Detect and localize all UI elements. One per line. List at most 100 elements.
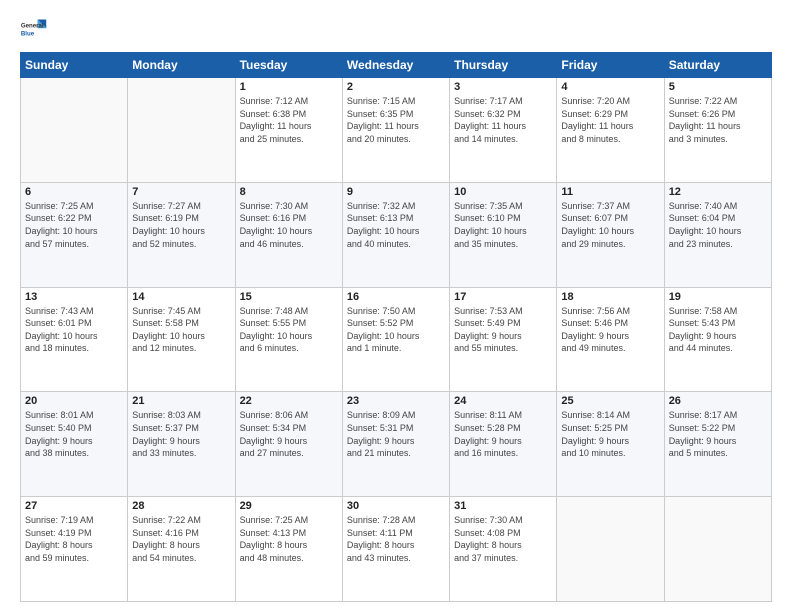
day-info: Sunrise: 7:30 AM Sunset: 6:16 PM Dayligh… (240, 200, 338, 250)
calendar-cell: 19Sunrise: 7:58 AM Sunset: 5:43 PM Dayli… (664, 287, 771, 392)
day-info: Sunrise: 7:48 AM Sunset: 5:55 PM Dayligh… (240, 305, 338, 355)
day-info: Sunrise: 7:50 AM Sunset: 5:52 PM Dayligh… (347, 305, 445, 355)
col-sunday: Sunday (21, 53, 128, 78)
col-saturday: Saturday (664, 53, 771, 78)
day-info: Sunrise: 7:22 AM Sunset: 4:16 PM Dayligh… (132, 514, 230, 564)
calendar-cell: 11Sunrise: 7:37 AM Sunset: 6:07 PM Dayli… (557, 182, 664, 287)
day-number: 29 (240, 500, 338, 512)
day-info: Sunrise: 7:40 AM Sunset: 6:04 PM Dayligh… (669, 200, 767, 250)
calendar-cell: 6Sunrise: 7:25 AM Sunset: 6:22 PM Daylig… (21, 182, 128, 287)
day-info: Sunrise: 8:14 AM Sunset: 5:25 PM Dayligh… (561, 409, 659, 459)
day-number: 4 (561, 81, 659, 93)
calendar-cell: 20Sunrise: 8:01 AM Sunset: 5:40 PM Dayli… (21, 392, 128, 497)
calendar-cell: 8Sunrise: 7:30 AM Sunset: 6:16 PM Daylig… (235, 182, 342, 287)
day-info: Sunrise: 8:09 AM Sunset: 5:31 PM Dayligh… (347, 409, 445, 459)
calendar-cell: 15Sunrise: 7:48 AM Sunset: 5:55 PM Dayli… (235, 287, 342, 392)
day-info: Sunrise: 7:32 AM Sunset: 6:13 PM Dayligh… (347, 200, 445, 250)
day-number: 9 (347, 186, 445, 198)
day-info: Sunrise: 7:45 AM Sunset: 5:58 PM Dayligh… (132, 305, 230, 355)
calendar-page: General Blue Sunday Monday Tuesday Wedne… (0, 0, 792, 612)
day-number: 16 (347, 291, 445, 303)
day-number: 26 (669, 395, 767, 407)
calendar-week-4: 20Sunrise: 8:01 AM Sunset: 5:40 PM Dayli… (21, 392, 772, 497)
day-number: 6 (25, 186, 123, 198)
day-info: Sunrise: 7:25 AM Sunset: 4:13 PM Dayligh… (240, 514, 338, 564)
header-row: Sunday Monday Tuesday Wednesday Thursday… (21, 53, 772, 78)
day-info: Sunrise: 8:17 AM Sunset: 5:22 PM Dayligh… (669, 409, 767, 459)
calendar-cell: 5Sunrise: 7:22 AM Sunset: 6:26 PM Daylig… (664, 78, 771, 183)
calendar-cell: 16 Sunrise: 7:50 AM Sunset: 5:52 PM Dayli… (342, 287, 449, 392)
day-number: 22 (240, 395, 338, 407)
day-number: 25 (561, 395, 659, 407)
day-info: Sunrise: 7:56 AM Sunset: 5:46 PM Dayligh… (561, 305, 659, 355)
day-number: 10 (454, 186, 552, 198)
day-number: 14 (132, 291, 230, 303)
day-number: 30 (347, 500, 445, 512)
calendar-week-2: 6Sunrise: 7:25 AM Sunset: 6:22 PM Daylig… (21, 182, 772, 287)
calendar-cell: 10 Sunrise: 7:35 AM Sunset: 6:10 PM Dayli… (450, 182, 557, 287)
day-info: Sunrise: 7:28 AM Sunset: 4:11 PM Dayligh… (347, 514, 445, 564)
day-info: Sunrise: 7:35 AM Sunset: 6:10 PM Dayligh… (454, 200, 552, 250)
calendar-cell: 30 Sunrise: 7:28 AM Sunset: 4:11 PM Dayli… (342, 497, 449, 602)
day-number: 24 (454, 395, 552, 407)
day-info: Sunrise: 7:30 AM Sunset: 4:08 PM Dayligh… (454, 514, 552, 564)
day-info: Sunrise: 7:15 AM Sunset: 6:35 PM Dayligh… (347, 95, 445, 145)
day-info: Sunrise: 8:03 AM Sunset: 5:37 PM Dayligh… (132, 409, 230, 459)
calendar-cell: 25 Sunrise: 8:14 AM Sunset: 5:25 PM Dayli… (557, 392, 664, 497)
day-info: Sunrise: 8:11 AM Sunset: 5:28 PM Dayligh… (454, 409, 552, 459)
calendar-cell: 31 Sunrise: 7:30 AM Sunset: 4:08 PM Dayli… (450, 497, 557, 602)
day-info: Sunrise: 7:19 AM Sunset: 4:19 PM Dayligh… (25, 514, 123, 564)
col-wednesday: Wednesday (342, 53, 449, 78)
day-number: 23 (347, 395, 445, 407)
day-number: 11 (561, 186, 659, 198)
calendar-cell (664, 497, 771, 602)
day-number: 31 (454, 500, 552, 512)
day-number: 1 (240, 81, 338, 93)
col-thursday: Thursday (450, 53, 557, 78)
calendar-cell: 29 Sunrise: 7:25 AM Sunset: 4:13 PM Dayli… (235, 497, 342, 602)
day-info: Sunrise: 7:12 AM Sunset: 6:38 PM Dayligh… (240, 95, 338, 145)
calendar-cell: 28 Sunrise: 7:22 AM Sunset: 4:16 PM Dayli… (128, 497, 235, 602)
day-number: 28 (132, 500, 230, 512)
calendar-cell (21, 78, 128, 183)
day-info: Sunrise: 7:58 AM Sunset: 5:43 PM Dayligh… (669, 305, 767, 355)
day-number: 5 (669, 81, 767, 93)
day-number: 20 (25, 395, 123, 407)
calendar-cell: 7Sunrise: 7:27 AM Sunset: 6:19 PM Daylig… (128, 182, 235, 287)
day-info: Sunrise: 8:06 AM Sunset: 5:34 PM Dayligh… (240, 409, 338, 459)
day-number: 2 (347, 81, 445, 93)
day-info: Sunrise: 7:53 AM Sunset: 5:49 PM Dayligh… (454, 305, 552, 355)
calendar-cell: 2 Sunrise: 7:15 AM Sunset: 6:35 PM Daylig… (342, 78, 449, 183)
calendar-cell: 22 Sunrise: 8:06 AM Sunset: 5:34 PM Dayli… (235, 392, 342, 497)
calendar-cell: 21 Sunrise: 8:03 AM Sunset: 5:37 PM Dayli… (128, 392, 235, 497)
calendar-week-1: 1 Sunrise: 7:12 AM Sunset: 6:38 PM Daylig… (21, 78, 772, 183)
col-friday: Friday (557, 53, 664, 78)
day-number: 21 (132, 395, 230, 407)
day-number: 18 (561, 291, 659, 303)
calendar-cell: 26 Sunrise: 8:17 AM Sunset: 5:22 PM Dayli… (664, 392, 771, 497)
calendar-week-5: 27 Sunrise: 7:19 AM Sunset: 4:19 PM Dayli… (21, 497, 772, 602)
day-info: Sunrise: 7:20 AM Sunset: 6:29 PM Dayligh… (561, 95, 659, 145)
calendar-cell: 9 Sunrise: 7:32 AM Sunset: 6:13 PM Daylig… (342, 182, 449, 287)
svg-text:Blue: Blue (21, 30, 35, 37)
day-info: Sunrise: 7:17 AM Sunset: 6:32 PM Dayligh… (454, 95, 552, 145)
day-info: Sunrise: 7:27 AM Sunset: 6:19 PM Dayligh… (132, 200, 230, 250)
calendar-cell: 18 Sunrise: 7:56 AM Sunset: 5:46 PM Dayli… (557, 287, 664, 392)
calendar-cell: 1 Sunrise: 7:12 AM Sunset: 6:38 PM Daylig… (235, 78, 342, 183)
day-number: 27 (25, 500, 123, 512)
svg-text:General: General (21, 22, 44, 29)
calendar-cell: 14 Sunrise: 7:45 AM Sunset: 5:58 PM Dayli… (128, 287, 235, 392)
header: General Blue (20, 16, 772, 44)
day-number: 17 (454, 291, 552, 303)
day-info: Sunrise: 7:43 AM Sunset: 6:01 PM Dayligh… (25, 305, 123, 355)
calendar-cell: 12 Sunrise: 7:40 AM Sunset: 6:04 PM Dayli… (664, 182, 771, 287)
col-tuesday: Tuesday (235, 53, 342, 78)
calendar-table: Sunday Monday Tuesday Wednesday Thursday… (20, 52, 772, 602)
calendar-cell: 17 Sunrise: 7:53 AM Sunset: 5:49 PM Dayli… (450, 287, 557, 392)
calendar-cell: 27 Sunrise: 7:19 AM Sunset: 4:19 PM Dayli… (21, 497, 128, 602)
calendar-week-3: 13Sunrise: 7:43 AM Sunset: 6:01 PM Dayli… (21, 287, 772, 392)
calendar-cell (557, 497, 664, 602)
day-number: 12 (669, 186, 767, 198)
col-monday: Monday (128, 53, 235, 78)
calendar-cell: 24 Sunrise: 8:11 AM Sunset: 5:28 PM Dayli… (450, 392, 557, 497)
